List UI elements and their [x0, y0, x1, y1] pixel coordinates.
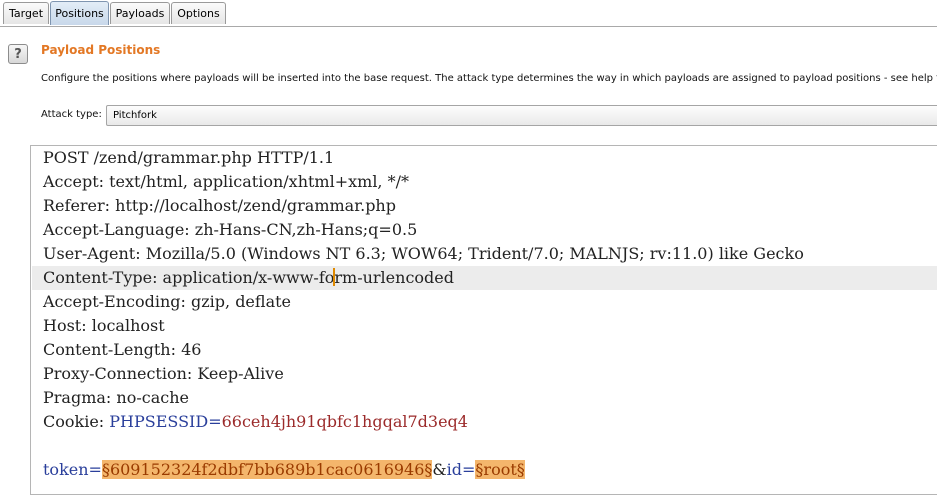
header-host: Host: localhost — [43, 316, 165, 335]
section-description: Configure the positions where payloads w… — [41, 73, 937, 84]
header-referer: Referer: http://localhost/zend/grammar.p… — [43, 196, 396, 215]
header-accept-encoding: Accept-Encoding: gzip, deflate — [43, 292, 292, 311]
header-accept-language: Accept-Language: zh-Hans-CN,zh-Hans;q=0.… — [43, 220, 418, 239]
body-ampersand: & — [432, 460, 447, 479]
cookie-name: PHPSESSID — [109, 412, 209, 431]
payload-position-2[interactable]: §root§ — [475, 460, 525, 479]
section-title: Payload Positions — [41, 43, 161, 57]
request-line: POST /zend/grammar.php HTTP/1.1 — [43, 148, 335, 167]
header-accept: Accept: text/html, application/xhtml+xml… — [43, 172, 409, 191]
attack-type-select[interactable]: Pitchfork — [106, 105, 937, 126]
header-pragma: Pragma: no-cache — [43, 388, 189, 407]
header-proxy-connection: Proxy-Connection: Keep-Alive — [43, 364, 284, 383]
header-user-agent: User-Agent: Mozilla/5.0 (Windows NT 6.3;… — [43, 244, 804, 263]
body-param-token: token — [43, 460, 89, 479]
help-icon[interactable]: ? — [8, 44, 28, 64]
body-equals-1: = — [88, 460, 102, 479]
request-editor[interactable]: POST /zend/grammar.php HTTP/1.1 Accept: … — [30, 145, 937, 495]
body-equals-2: = — [462, 460, 476, 479]
content-type-after-caret: rm-urlencoded — [334, 268, 454, 287]
header-content-length: Content-Length: 46 — [43, 340, 202, 359]
tab-target[interactable]: Target — [3, 2, 49, 24]
header-cookie: Cookie: PHPSESSID=66ceh4jh91qbfc1hgqal7d… — [43, 410, 468, 434]
payload-position-1[interactable]: §609152324f2dbf7bb689b1cac0616946§ — [101, 460, 433, 479]
tab-bar: Target Positions Payloads Options — [0, 0, 937, 27]
cookie-label: Cookie: — [43, 412, 110, 431]
request-body: token=§609152324f2dbf7bb689b1cac0616946§… — [43, 458, 525, 482]
tab-options[interactable]: Options — [171, 2, 226, 24]
content-type-before-caret: Content-Type: application/x-www-fo — [43, 268, 335, 287]
body-param-id: id — [446, 460, 463, 479]
cookie-equals: = — [208, 412, 222, 431]
cookie-value: 66ceh4jh91qbfc1hgqal7d3eq4 — [221, 412, 468, 431]
header-content-type: Content-Type: application/x-www-form-url… — [32, 266, 937, 290]
tab-positions[interactable]: Positions — [50, 1, 109, 25]
attack-type-label: Attack type: — [41, 109, 102, 120]
tab-payloads[interactable]: Payloads — [110, 2, 170, 24]
